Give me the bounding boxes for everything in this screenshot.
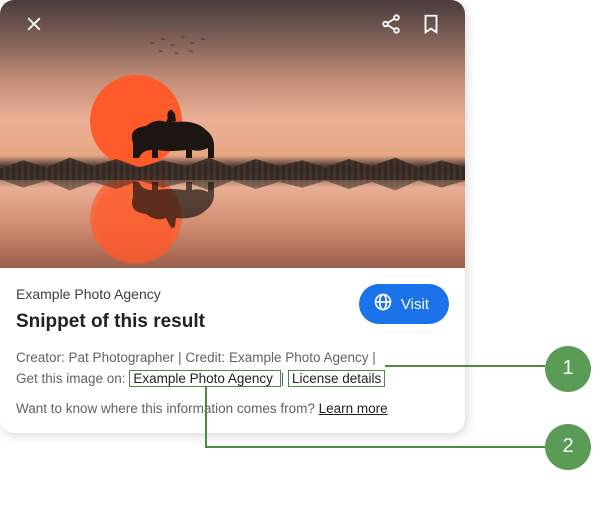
visit-button-label: Visit bbox=[401, 296, 429, 313]
creator-value: Pat Photographer bbox=[69, 350, 175, 365]
share-button[interactable] bbox=[371, 6, 411, 46]
close-icon bbox=[23, 13, 45, 40]
learn-more-link[interactable]: Learn more bbox=[319, 401, 388, 416]
provider-link[interactable]: Example Photo Agency bbox=[133, 371, 273, 386]
credit-value: Example Photo Agency bbox=[229, 350, 369, 365]
close-button[interactable] bbox=[14, 6, 54, 46]
annotation-badge-2: 2 bbox=[545, 424, 591, 470]
source-name: Example Photo Agency bbox=[16, 284, 205, 304]
provider-link-highlight: Example Photo Agency bbox=[129, 370, 280, 387]
annotation-badge-1: 1 bbox=[545, 346, 591, 392]
annotation-line-2 bbox=[205, 446, 545, 448]
result-snippet-title: Snippet of this result bbox=[16, 308, 205, 336]
image-viewer-topbar bbox=[0, 0, 465, 52]
treeline-reflection-graphic bbox=[0, 168, 465, 196]
creator-label: Creator: bbox=[16, 350, 65, 365]
bookmark-icon bbox=[420, 13, 442, 40]
globe-icon bbox=[373, 292, 393, 316]
footer-question: Want to know where this information come… bbox=[16, 401, 315, 416]
image-result-card: ~~ ~~ ~~ ~~ ~ bbox=[0, 0, 465, 433]
annotation-line-1 bbox=[385, 365, 545, 367]
metadata-block: Creator: Pat Photographer | Credit: Exam… bbox=[16, 348, 449, 389]
hero-image: ~~ ~~ ~~ ~~ ~ bbox=[0, 0, 465, 268]
credit-label: Credit: bbox=[185, 350, 225, 365]
annotation-line-2-vert bbox=[205, 387, 207, 447]
elephant-silhouette bbox=[118, 108, 228, 168]
license-details-link[interactable]: License details bbox=[292, 371, 381, 386]
elephant-reflection bbox=[118, 172, 228, 232]
card-body: Example Photo Agency Snippet of this res… bbox=[0, 268, 465, 433]
info-source-footer: Want to know where this information come… bbox=[16, 399, 449, 419]
visit-button[interactable]: Visit bbox=[359, 284, 449, 324]
get-image-label: Get this image on: bbox=[16, 371, 126, 386]
license-link-highlight: License details bbox=[288, 370, 385, 387]
share-icon bbox=[380, 13, 402, 40]
bookmark-button[interactable] bbox=[411, 6, 451, 46]
